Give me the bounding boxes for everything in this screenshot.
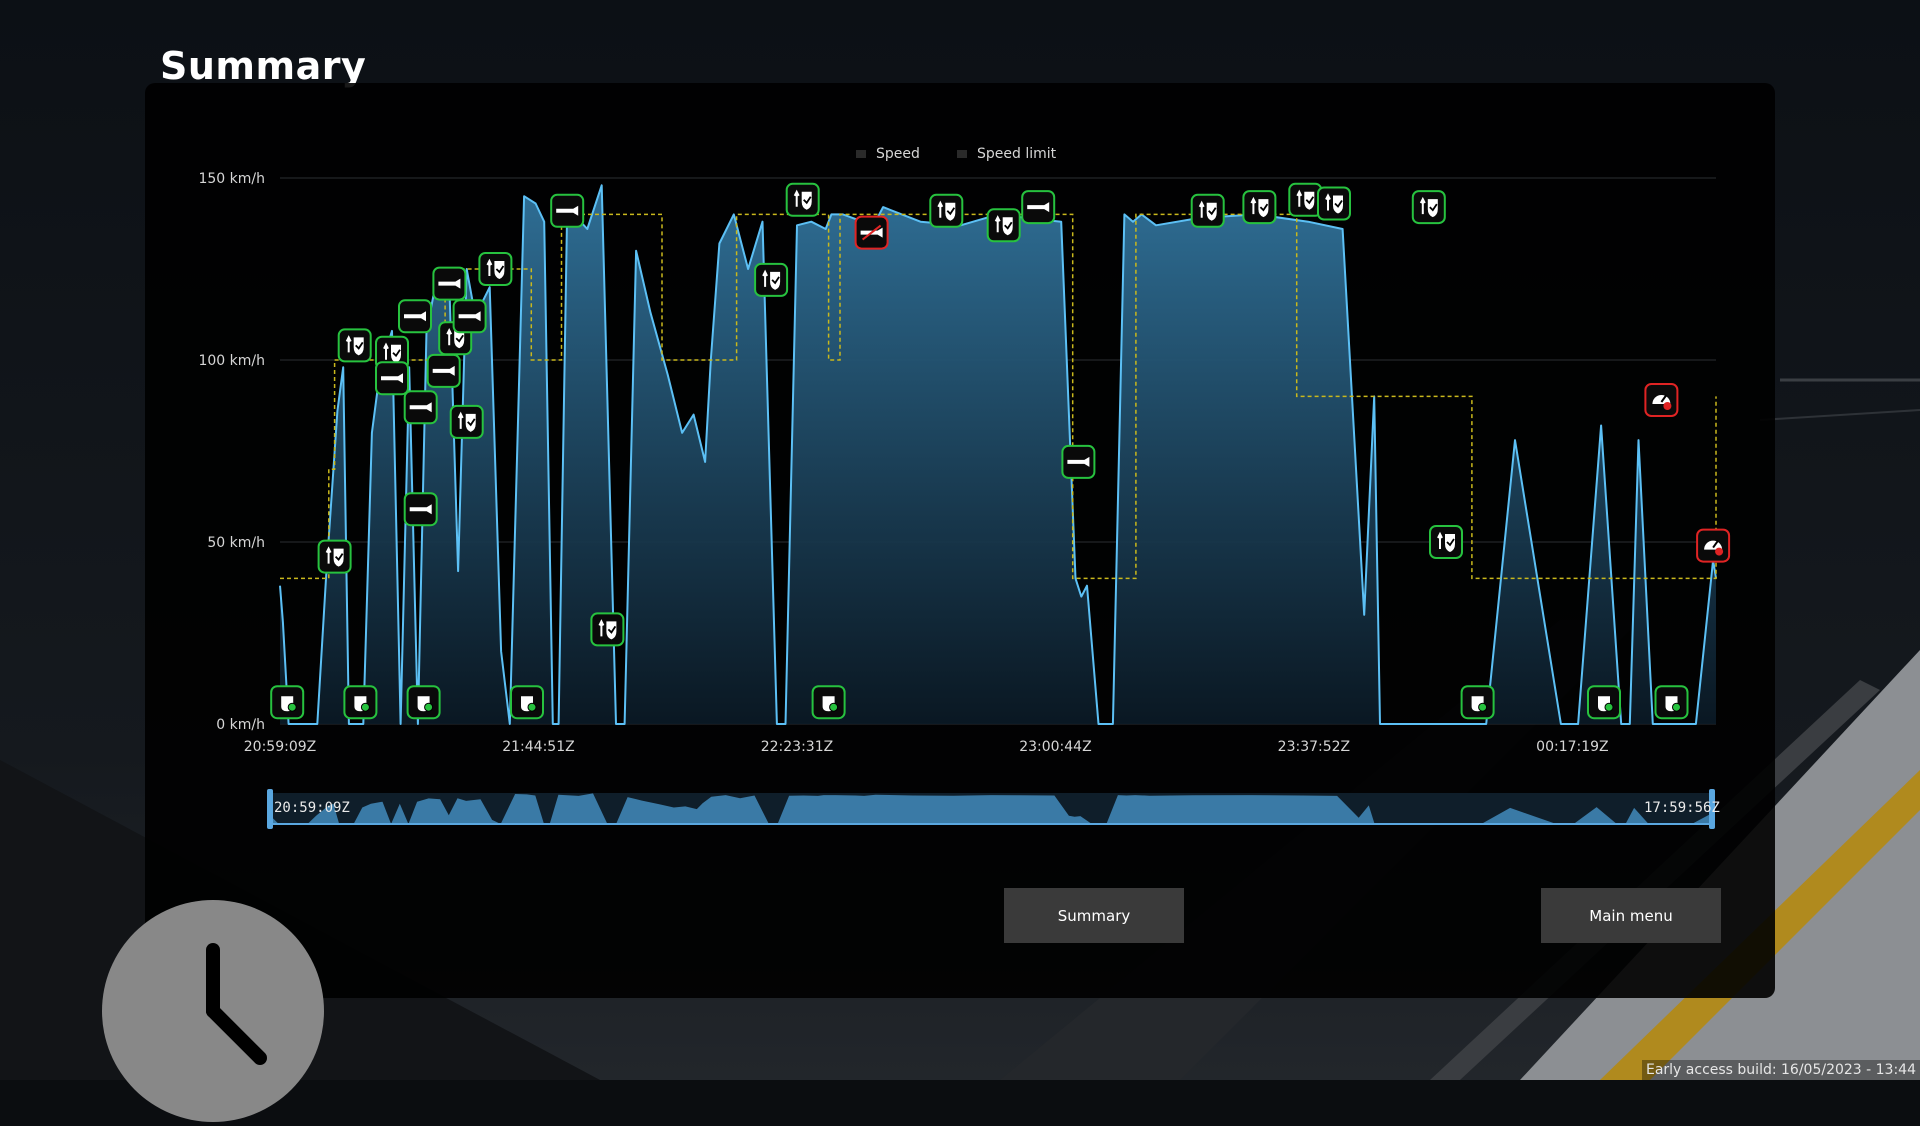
stop-ok-icon[interactable] bbox=[1587, 685, 1621, 720]
horn-icon[interactable] bbox=[550, 193, 585, 228]
shield-glyph bbox=[770, 271, 781, 290]
x-tick-label: 21:44:51Z bbox=[502, 739, 574, 755]
y-tick-label: 150 km/h bbox=[198, 171, 265, 187]
x-tick-label: 22:23:31Z bbox=[761, 739, 833, 755]
shield-glyph bbox=[1333, 195, 1343, 214]
speed-check-icon[interactable] bbox=[337, 328, 372, 363]
shield-glyph bbox=[801, 191, 812, 210]
horn-icon[interactable] bbox=[452, 299, 487, 334]
speed-check-icon[interactable] bbox=[1429, 525, 1463, 559]
speedometer-alert-icon[interactable] bbox=[1696, 528, 1731, 563]
navigator-end-label: 17:59:56Z bbox=[1644, 800, 1720, 816]
ok-dot bbox=[1672, 702, 1681, 712]
shield-glyph bbox=[391, 344, 401, 363]
stop-ok-icon[interactable] bbox=[811, 685, 846, 720]
speed-check-icon[interactable] bbox=[1411, 190, 1446, 225]
speed-check-icon[interactable] bbox=[929, 193, 964, 228]
y-tick-label: 100 km/h bbox=[198, 353, 265, 369]
x-tick-label: 00:17:19Z bbox=[1536, 739, 1608, 755]
shield-glyph bbox=[606, 621, 617, 640]
alert-dot bbox=[1663, 402, 1672, 410]
speedometer-alert-icon[interactable] bbox=[1644, 383, 1679, 417]
shield-glyph bbox=[333, 548, 344, 567]
speed-check-icon[interactable] bbox=[1190, 193, 1225, 228]
build-info: Early access build: 16/05/2023 - 13:44 bbox=[1641, 1060, 1920, 1080]
shield-glyph bbox=[1258, 199, 1269, 218]
ok-dot bbox=[287, 702, 297, 712]
horn-icon[interactable] bbox=[403, 492, 438, 527]
ok-dot bbox=[424, 702, 434, 712]
stop-ok-icon[interactable] bbox=[343, 685, 378, 720]
speed-check-icon[interactable] bbox=[1242, 190, 1277, 225]
horn-icon[interactable] bbox=[426, 353, 461, 388]
stop-ok-icon[interactable] bbox=[406, 685, 441, 720]
shield-glyph bbox=[494, 261, 505, 279]
shield-glyph bbox=[1427, 199, 1438, 218]
horn-icon[interactable] bbox=[398, 299, 432, 334]
ok-dot bbox=[527, 702, 537, 712]
clock-icon bbox=[102, 900, 324, 1122]
stop-ok-icon[interactable] bbox=[510, 685, 544, 720]
horn-missed-icon[interactable] bbox=[854, 215, 889, 250]
horn-icon[interactable] bbox=[1021, 190, 1056, 225]
speed-check-icon[interactable] bbox=[986, 208, 1021, 243]
speed-check-icon[interactable] bbox=[1317, 186, 1351, 221]
ok-dot bbox=[1478, 702, 1488, 712]
shield-glyph bbox=[1206, 202, 1217, 221]
stop-ok-icon[interactable] bbox=[1654, 685, 1689, 720]
shield-glyph bbox=[945, 202, 956, 221]
horn-icon[interactable] bbox=[1061, 444, 1096, 479]
shield-glyph bbox=[1304, 191, 1315, 210]
speed-check-icon[interactable] bbox=[785, 182, 820, 217]
horn-icon[interactable] bbox=[432, 266, 467, 301]
shield-glyph bbox=[353, 337, 364, 356]
stop-ok-icon[interactable] bbox=[1460, 685, 1495, 720]
horn-icon[interactable] bbox=[375, 361, 409, 396]
main-menu-button[interactable]: Main menu bbox=[1541, 888, 1721, 943]
speed-check-icon[interactable] bbox=[449, 404, 484, 439]
horn-icon[interactable] bbox=[403, 390, 438, 425]
speed-check-icon[interactable] bbox=[478, 252, 513, 286]
speed-check-icon[interactable] bbox=[1288, 182, 1323, 217]
speed-check-icon[interactable] bbox=[590, 612, 625, 647]
ok-dot bbox=[1604, 702, 1614, 712]
shield-glyph bbox=[465, 413, 476, 432]
navigator-start-handle[interactable] bbox=[267, 789, 273, 829]
shield-glyph bbox=[1445, 534, 1455, 552]
alert-dot bbox=[1715, 547, 1724, 556]
ok-dot bbox=[829, 702, 839, 712]
speed-check-icon[interactable] bbox=[317, 539, 352, 574]
x-tick-label: 20:59:09Z bbox=[244, 739, 316, 755]
navigator-start-label: 20:59:09Z bbox=[274, 800, 350, 816]
x-tick-label: 23:37:52Z bbox=[1278, 739, 1350, 755]
y-tick-label: 0 km/h bbox=[216, 717, 265, 733]
ok-dot bbox=[360, 702, 370, 712]
y-tick-label: 50 km/h bbox=[207, 535, 265, 551]
speed-check-icon[interactable] bbox=[754, 262, 789, 297]
summary-button[interactable]: Summary bbox=[1004, 888, 1184, 943]
shield-glyph bbox=[1002, 217, 1013, 236]
x-tick-label: 23:00:44Z bbox=[1019, 739, 1091, 755]
stop-ok-icon[interactable] bbox=[270, 685, 305, 720]
clock-hands bbox=[206, 943, 267, 1065]
